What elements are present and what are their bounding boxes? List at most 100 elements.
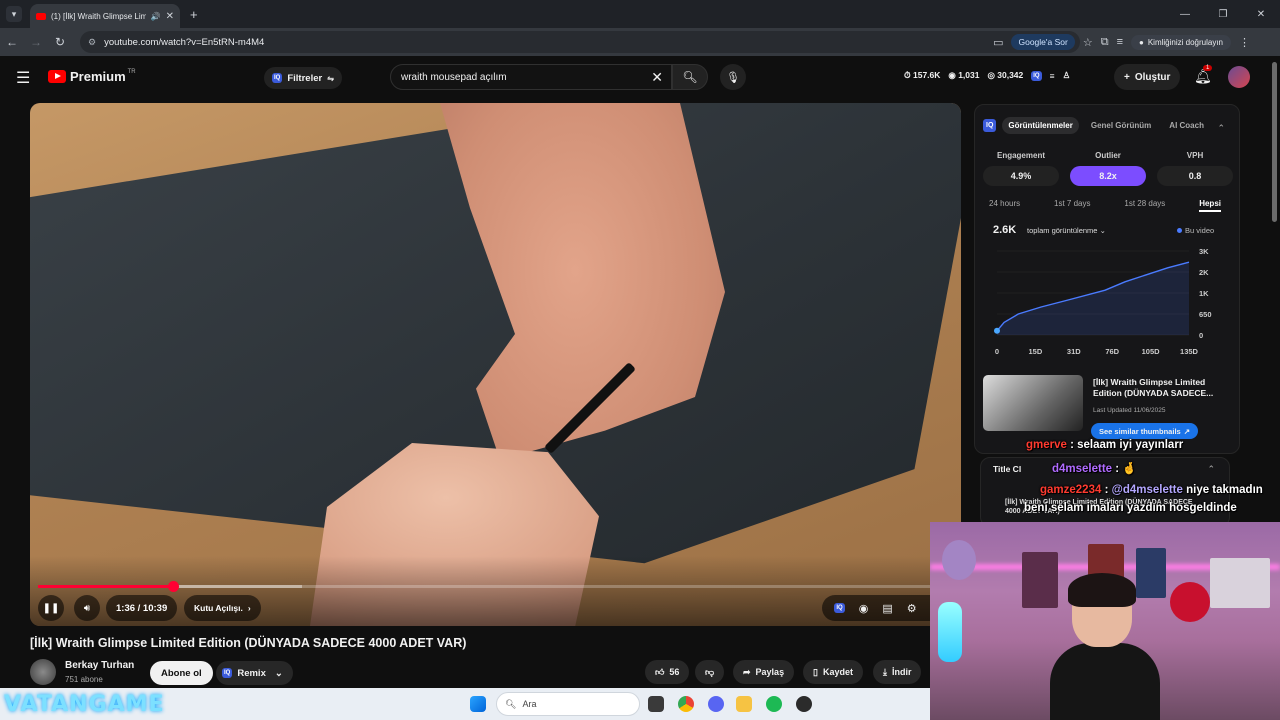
plush-bear [942,540,976,580]
channel-avatar[interactable] [30,659,56,685]
dislike-button[interactable]: 👎︎ [695,660,725,684]
screen: ▾ (1) [İlk] Wraith Glimpse Lim 🔊 ✕ + — ❐… [0,0,1280,720]
series-point[interactable] [994,327,1000,334]
save-button[interactable]: ▯ Kaydet [803,660,863,684]
autoplay-toggle-icon[interactable]: ◉ [859,602,869,615]
reload-icon[interactable]: ↻ [48,35,72,49]
microphone-icon: 🎙︎ [726,71,740,84]
task-view-icon[interactable] [648,696,664,712]
tab-search-icon[interactable]: ▾ [6,6,22,22]
youtube-premium-logo[interactable]: Premium TR [48,69,136,84]
chapter-button[interactable]: Kutu Açılışı. › [184,595,261,621]
progress-scrubber[interactable] [167,581,179,592]
metric-engagement: Engagement 4.9% [983,151,1059,186]
verify-identity-button[interactable]: ● Kimliğinizi doğrulayın [1131,34,1231,50]
like-count: 56 [669,667,680,677]
pause-button[interactable]: ❚❚ [38,595,64,621]
collapse-icon[interactable]: ⌃ [1207,464,1215,475]
volume-button[interactable]: 🔊︎ [74,595,100,621]
view-metric-select[interactable]: toplam görüntülenme ⌄ [1027,226,1106,235]
video-player[interactable]: ❚❚ 🔊︎ 1:36 / 10:39 Kutu Açılışı. › IQ ◉ … [30,103,961,626]
voice-search-button[interactable]: 🎙︎ [720,64,746,90]
subscribe-button[interactable]: Abone ol [150,661,213,685]
share-label: Paylaş [755,667,785,677]
page-scrollbar[interactable] [1272,62,1277,222]
series-area [997,262,1189,335]
url-field[interactable]: ⚙ youtube.com/watch?v=En5tRN-m4M4 [80,31,1080,53]
reading-list-icon[interactable]: ≡ [1117,36,1123,48]
tab-ai-coach[interactable]: AI Coach [1163,117,1210,134]
search-button[interactable]: 🔍︎ [672,64,708,90]
y-tick-label: 1K [1199,289,1209,298]
search-input[interactable]: wraith mousepad açılım ✕ [390,64,672,90]
save-label: Kaydet [822,667,853,677]
browser-menu-icon[interactable]: ⋮ [1239,36,1250,49]
discord-icon[interactable] [708,696,724,712]
external-link-icon: ↗ [1183,426,1190,436]
chrome-icon[interactable] [678,696,694,712]
file-explorer-icon[interactable] [736,696,752,712]
extensions-icon[interactable]: ⧉ [1101,36,1109,49]
metric-outlier: Outlier 8.2x [1070,151,1146,186]
like-button[interactable]: 👍︎ 56 [645,660,690,684]
filters-button[interactable]: IQ Filtreler ⇋ [264,67,342,89]
chat-message: gmerve : selaam iyi yayınlarr [1026,439,1183,451]
volume-icon: 🔊︎ [83,602,91,614]
collapse-icon[interactable]: ⌃ [1217,123,1225,134]
period-28d[interactable]: 1st 28 days [1124,199,1165,212]
chat-mention: @d4mselette [1111,484,1183,496]
period-all[interactable]: Hepsi [1199,199,1221,212]
back-icon[interactable]: ← [0,35,24,49]
streamer-hair [1068,573,1136,607]
iq-player-icon[interactable]: IQ [834,603,845,613]
share-button[interactable]: ➦ Paylaş [733,660,795,684]
clear-search-icon[interactable]: ✕ [651,69,663,86]
cast-icon[interactable]: ▭ [993,36,1003,49]
similar-thumbnails-button[interactable]: See similar thumbnails ↗ [1091,423,1198,439]
close-window-icon[interactable]: ✕ [1242,0,1280,28]
obs-icon[interactable] [796,696,812,712]
tab-title: (1) [İlk] Wraith Glimpse Lim [51,11,146,21]
new-tab-icon[interactable]: + [190,7,198,22]
restore-icon[interactable]: ❐ [1204,0,1242,28]
subs-stat: ◎ 30,342 [987,70,1024,80]
iq-ext-icon[interactable]: IQ [1031,70,1042,81]
video-thumbnail[interactable] [983,375,1083,431]
period-24h[interactable]: 24 hours [989,199,1020,212]
sliders-icon: ⇋ [327,73,334,83]
channel-name[interactable]: Berkay Turhan [65,660,134,671]
x-tick-label: 15D [1029,347,1043,356]
start-icon[interactable] [470,696,486,712]
menu-icon[interactable]: ☰ [16,68,30,88]
metric-vph: VPH 0.8 [1157,151,1233,186]
metric-label: Outlier [1095,151,1121,160]
subtitles-icon[interactable]: ▤ [882,602,892,615]
subscriber-count: 751 abone [65,675,103,684]
tab-overview[interactable]: Genel Görünüm [1085,117,1157,134]
period-7d[interactable]: 1st 7 days [1054,199,1090,212]
views-chart: 3K 2K 1K 650 0 0 15D 31D 76D 105D 135D [994,247,1212,356]
site-info-icon[interactable]: ⚙ [88,37,96,48]
trophy-icon[interactable]: ♙ [1063,70,1071,81]
y-tick-label: 650 [1199,310,1212,319]
region-code: TR [127,68,136,75]
user-avatar[interactable] [1228,66,1250,88]
tab-views[interactable]: Görüntülenmeler [1002,117,1079,134]
video-title: [İlk] Wraith Glimpse Limited Edition (DÜ… [30,636,467,650]
download-button[interactable]: ⤓ İndir [873,660,922,684]
browser-tab[interactable]: (1) [İlk] Wraith Glimpse Lim 🔊 ✕ [30,4,180,28]
tab-close-icon[interactable]: ✕ [166,11,174,22]
settings-icon[interactable]: ⚙ [907,602,917,615]
bookmark-star-icon[interactable]: ☆ [1083,36,1093,49]
forward-icon[interactable]: → [24,35,48,49]
google-ask-button[interactable]: Google'a Sor [1011,34,1075,50]
thumbs-up-icon: 👍︎ [655,666,665,677]
create-button[interactable]: + Oluştur [1114,64,1181,90]
minimize-icon[interactable]: — [1166,0,1204,28]
share-icon: ➦ [743,666,751,677]
list-icon[interactable]: ≡ [1050,71,1055,81]
remix-button[interactable]: IQ Remix ⌄ [216,661,293,685]
notifications-button[interactable]: 🔔︎ 1 [1194,65,1213,85]
spotify-icon[interactable] [766,696,782,712]
taskbar-search[interactable]: 🔍︎ Ara [496,692,640,716]
